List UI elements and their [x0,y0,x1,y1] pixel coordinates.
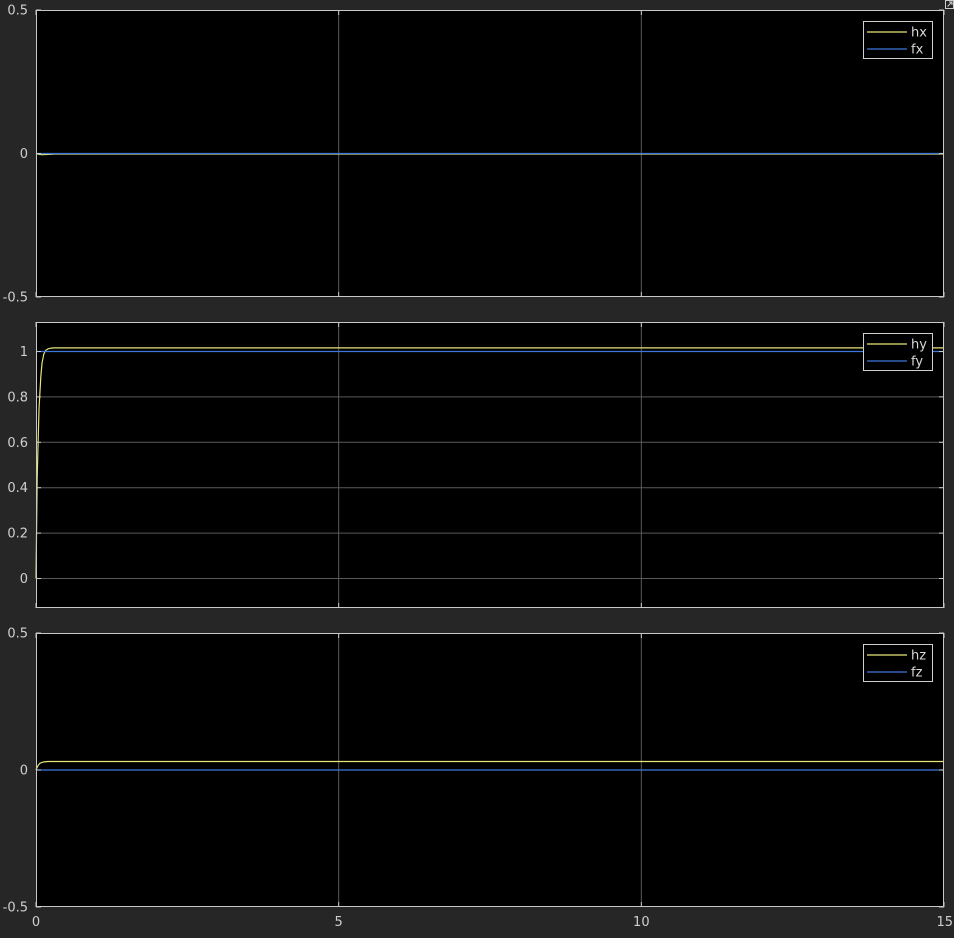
legend-label-fz: fz [911,666,923,681]
y-tick-label: 0.2 [7,527,28,542]
y-tick-label: 0 [20,147,28,162]
subplot-1: -0.5 0 0.5 hx fx [3,4,945,306]
scope-figure: -0.5 0 0.5 hx fx 0 0.2 0.4 0.6 0.8 1 hy fy -0.5 0 0.5 0 5… [0,0,954,934]
legend-label-hz: hz [911,649,926,664]
y-tick-label: 0.6 [7,436,28,451]
legend-label-fy: fy [911,355,923,370]
y-tick-label: 0.5 [7,627,28,642]
legend-label-hy: hy [911,338,927,353]
subplot-2: 0 0.2 0.4 0.6 0.8 1 hy fy [7,322,945,608]
y-tick-label: 0 [20,572,28,587]
legend-label-fx: fx [911,43,924,58]
legend: hx fx [863,21,933,59]
subplot-3: -0.5 0 0.5 0 5 10 15 hz fz [3,627,953,931]
y-tick-label: -0.5 [3,291,28,306]
y-tick-label: 0.8 [7,390,28,405]
y-tick-label: 0 [20,764,28,779]
legend: hy fy [863,333,933,371]
legend: hz fz [863,644,933,682]
expand-icon[interactable] [945,0,954,9]
x-tick-label: 10 [633,915,650,930]
x-tick-label: 15 [936,915,953,930]
scope-plots: -0.5 0 0.5 hx fx 0 0.2 0.4 0.6 0.8 1 hy fy -0.5 0 0.5 0 5… [3,0,954,931]
y-tick-label: -0.5 [3,901,28,916]
y-tick-label: 1 [20,345,28,360]
y-tick-label: 0.5 [7,4,28,19]
plot-area[interactable] [36,322,944,608]
x-tick-label: 0 [32,915,40,930]
legend-label-hx: hx [911,26,927,41]
x-tick-label: 5 [335,915,343,930]
y-tick-label: 0.4 [7,481,28,496]
